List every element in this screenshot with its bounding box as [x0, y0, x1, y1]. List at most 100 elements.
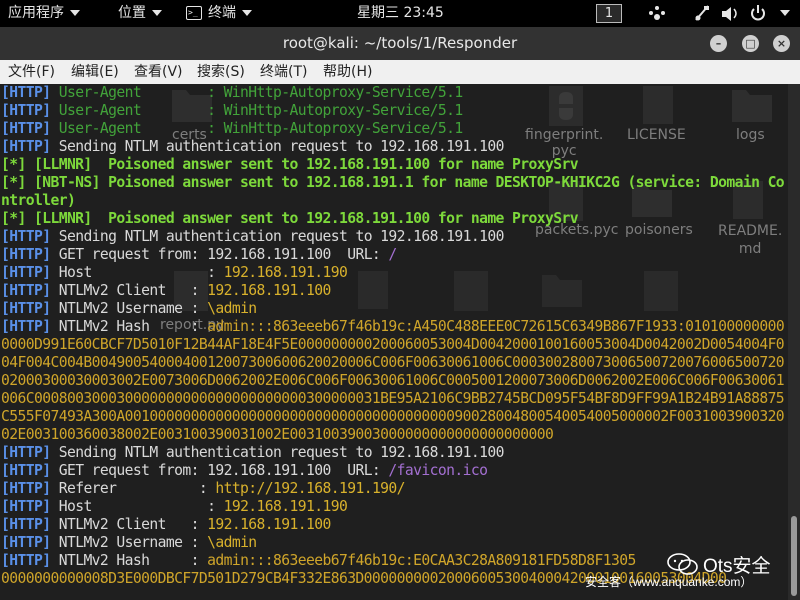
accessibility-icon[interactable] [648, 0, 666, 27]
terminal-line: [HTTP] Host : 192.168.191.190 [1, 498, 787, 516]
chevron-down-icon [242, 10, 252, 16]
terminal-text-segment: /favicon.ico [388, 462, 488, 479]
terminal-text-segment: 192.168.191.100 [207, 282, 331, 299]
applications-label: 应用程序 [8, 5, 64, 21]
terminal-icon [186, 0, 202, 26]
terminal-line: [HTTP] NTLMv2 Username : \admin [1, 534, 787, 552]
places-menu[interactable]: 位置 [118, 0, 162, 27]
terminal-text-segment: [HTTP] [1, 84, 51, 101]
places-label: 位置 [118, 5, 146, 21]
system-menu-chevron[interactable] [774, 0, 790, 27]
terminal-line: [HTTP] GET request from: 192.168.191.100… [1, 462, 787, 480]
terminal-text-segment: [HTTP] [1, 282, 51, 299]
workspace-indicator[interactable]: 1 [596, 0, 622, 27]
clock[interactable]: 星期三 23:45 [357, 0, 444, 27]
terminal-text-segment: NTLMv2 Username : [50, 300, 208, 317]
terminal-scrollbar[interactable] [788, 84, 800, 600]
terminal-text-segment: [HTTP] [1, 480, 51, 497]
terminal-line: [HTTP] User-Agent : WinHttp-Autoproxy-Se… [1, 120, 787, 138]
terminal-text-segment: 192.168.191.100 [207, 516, 331, 533]
wechat-logo-icon [667, 553, 698, 575]
terminal-text-segment: Sending NTLM authentication request to 1… [50, 138, 505, 155]
terminal-text-segment: 192.168.191.190 [223, 498, 348, 515]
volume-icon[interactable] [720, 0, 740, 27]
terminal-text-segment: admin:::863eeeb67f46b19c:A450C488EEE0C72… [1, 318, 785, 443]
minimize-button[interactable]: – [710, 35, 727, 52]
terminal-text-segment: \admin [207, 300, 257, 317]
power-icon[interactable] [749, 0, 767, 27]
terminal-app-menu[interactable]: 终端 [186, 0, 252, 27]
terminal-text-segment: [*] [NBT-NS] Poisoned answer sent to 192… [1, 174, 785, 209]
terminal-line: [*] [LLMNR] Poisoned answer sent to 192.… [1, 156, 787, 174]
terminal-output[interactable]: [HTTP] User-Agent : WinHttp-Autoproxy-Se… [1, 84, 787, 588]
terminal-text-segment: NTLMv2 Hash : [50, 552, 208, 569]
workspace-number: 1 [596, 3, 622, 23]
menu-terminal[interactable]: 终端(T) [260, 60, 307, 84]
terminal-text-segment: [HTTP] [1, 552, 51, 569]
terminal-line: [HTTP] Sending NTLM authentication reque… [1, 228, 787, 246]
terminal-app-label: 终端 [208, 5, 236, 21]
terminal-text-segment: [HTTP] [1, 444, 51, 461]
terminal-text-segment: User-Agent : WinHttp-Autoproxy-Service/5… [50, 84, 464, 101]
terminal-text-segment: [*] [LLMNR] Poisoned answer sent to 192.… [1, 210, 579, 227]
maximize-button[interactable]: □ [742, 35, 759, 52]
top-bar: 应用程序 位置 终端 星期三 23:45 1 [0, 0, 800, 27]
terminal-text-segment: [HTTP] [1, 534, 51, 551]
terminal-line: [HTTP] User-Agent : WinHttp-Autoproxy-Se… [1, 102, 787, 120]
terminal-text-segment: [HTTP] [1, 228, 51, 245]
scrollbar-thumb[interactable] [791, 516, 797, 596]
terminal-text-segment: [*] [LLMNR] Poisoned answer sent to 192.… [1, 156, 579, 173]
terminal-text-segment: NTLMv2 Client : [50, 516, 208, 533]
terminal-line: [HTTP] Referer : http://192.168.191.190/ [1, 480, 787, 498]
terminal-text-segment: http://192.168.191.190/ [215, 480, 405, 497]
terminal-line: [HTTP] NTLMv2 Client : 192.168.191.100 [1, 516, 787, 534]
menu-help[interactable]: 帮助(H) [323, 60, 372, 84]
terminal-line: [HTTP] GET request from: 192.168.191.100… [1, 246, 787, 264]
menu-file[interactable]: 文件(F) [8, 60, 55, 84]
terminal-text-segment: User-Agent : WinHttp-Autoproxy-Service/5… [50, 102, 464, 119]
menu-bar: 文件(F) 编辑(E) 查看(V) 搜索(S) 终端(T) 帮助(H) [0, 60, 800, 84]
watermark-source: 安全客（www.anquanke.com） [585, 575, 753, 589]
chevron-down-icon [152, 10, 162, 16]
terminal-text-segment: GET request from: 192.168.191.100 URL: [50, 246, 389, 263]
terminal-line: [HTTP] NTLMv2 Username : \admin [1, 300, 787, 318]
terminal-text-segment: \admin [207, 534, 257, 551]
terminal-text-segment: Referer : [50, 480, 216, 497]
terminal-text-segment: User-Agent : WinHttp-Autoproxy-Service/5… [50, 120, 464, 137]
menu-edit[interactable]: 编辑(E) [71, 60, 119, 84]
terminal-text-segment: [HTTP] [1, 318, 51, 335]
terminal-text-segment: [HTTP] [1, 300, 51, 317]
terminal-text-segment: Host : [50, 498, 224, 515]
terminal-text-segment: 192.168.191.190 [223, 264, 348, 281]
terminal-text-segment: [HTTP] [1, 498, 51, 515]
menu-search[interactable]: 搜索(S) [197, 60, 245, 84]
network-icon[interactable] [693, 0, 711, 27]
chevron-down-icon [70, 10, 80, 16]
terminal-text-segment: [HTTP] [1, 462, 51, 479]
close-button[interactable]: × [773, 35, 790, 52]
terminal-text-segment: [HTTP] [1, 102, 51, 119]
terminal-text-segment: Host : [50, 264, 224, 281]
terminal-text-segment: / [388, 246, 397, 263]
terminal-line: [HTTP] Sending NTLM authentication reque… [1, 138, 787, 156]
terminal-text-segment: [HTTP] [1, 246, 51, 263]
terminal-text-segment: [HTTP] [1, 516, 51, 533]
applications-menu[interactable]: 应用程序 [8, 0, 80, 27]
terminal-text-segment: NTLMv2 Client : [50, 282, 208, 299]
terminal-text-segment: NTLMv2 Username : [50, 534, 208, 551]
terminal-line: [HTTP] Sending NTLM authentication reque… [1, 444, 787, 462]
terminal-text-segment: [HTTP] [1, 120, 51, 137]
terminal-line: [HTTP] NTLMv2 Client : 192.168.191.100 [1, 282, 787, 300]
menu-view[interactable]: 查看(V) [134, 60, 183, 84]
chevron-down-icon [780, 10, 790, 16]
terminal-text-segment: [HTTP] [1, 264, 51, 281]
terminal-text-segment: admin:::863eeeb67f46b19c:E0CAA3C28A80918… [207, 552, 636, 569]
terminal-text-segment: GET request from: 192.168.191.100 URL: [50, 462, 389, 479]
terminal-view[interactable]: certs fingerprint. pyc LICENSE logs pois… [0, 84, 788, 600]
terminal-line: [HTTP] User-Agent : WinHttp-Autoproxy-Se… [1, 84, 787, 102]
terminal-text-segment: Sending NTLM authentication request to 1… [50, 444, 505, 461]
terminal-line: [*] [LLMNR] Poisoned answer sent to 192.… [1, 210, 787, 228]
window-title: root@kali: ~/tools/1/Responder [282, 34, 518, 52]
terminal-line: [HTTP] Host : 192.168.191.190 [1, 264, 787, 282]
window-title-bar[interactable]: root@kali: ~/tools/1/Responder – □ × [0, 27, 800, 60]
